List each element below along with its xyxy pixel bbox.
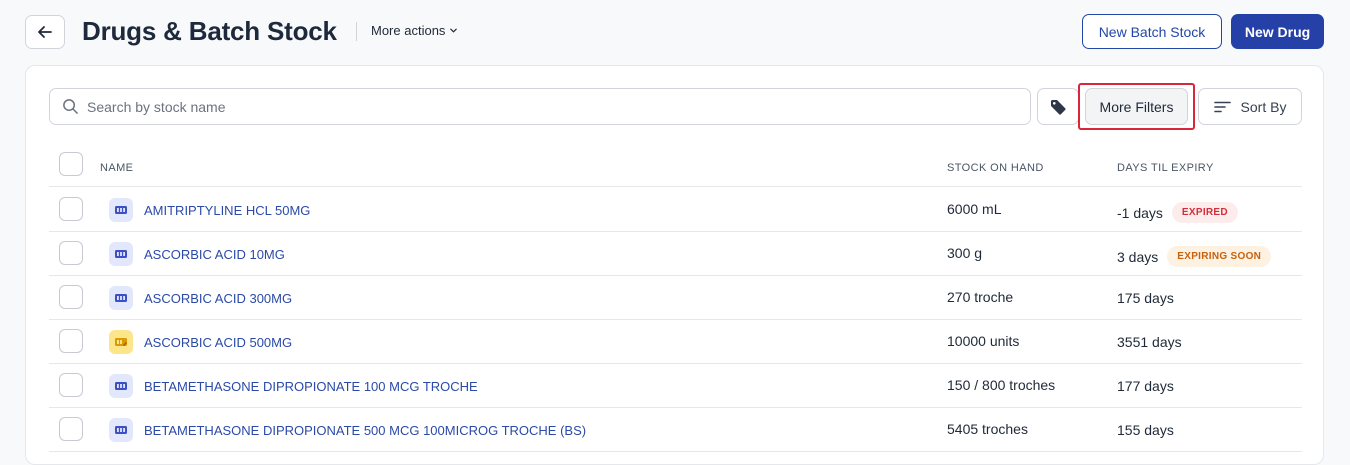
page-title: Drugs & Batch Stock	[82, 16, 337, 46]
expiry-value: 3551 days	[1117, 334, 1182, 350]
table-header: NAME STOCK ON HAND DAYS TIL EXPIRY	[49, 152, 1302, 187]
table-row[interactable]: BETAMETHASONE DIPROPIONATE 500 MCG 100MI…	[49, 408, 1302, 452]
search-input[interactable]: Search by stock name	[49, 88, 1031, 125]
column-header-stock[interactable]: STOCK ON HAND	[947, 162, 1044, 174]
expiry-value: 175 days	[1117, 290, 1174, 306]
row-checkbox[interactable]	[59, 285, 83, 309]
days-til-expiry: 175 days	[1117, 290, 1174, 306]
search-icon	[63, 99, 78, 114]
table-row[interactable]: ASCORBIC ACID 300MG 270 troche 175 days	[49, 276, 1302, 320]
status-badge: EXPIRED	[1171, 202, 1238, 223]
expiry-value: -1 days	[1117, 204, 1163, 221]
row-checkbox[interactable]	[59, 329, 83, 353]
arrow-left-icon	[38, 26, 52, 38]
table-row[interactable]: ASCORBIC ACID 10MG 300 g 3 days EXPIRING SO…	[49, 232, 1302, 276]
sort-lines-icon	[1213, 101, 1231, 112]
pill-box-icon	[109, 242, 133, 266]
stock-on-hand: 10000 units	[947, 333, 1020, 349]
chevron-down-icon	[450, 28, 458, 33]
drug-name-link[interactable]: BETAMETHASONE DIPROPIONATE 500 MCG 100MI…	[144, 423, 586, 438]
stock-on-hand: 300 g	[947, 245, 983, 261]
drug-name-link[interactable]: AMITRIPTYLINE HCL 50MG	[144, 203, 310, 218]
drug-name-link[interactable]: BETAMETHASONE DIPROPIONATE 100 MCG TROCH…	[144, 379, 478, 394]
new-batch-stock-button[interactable]: New Batch Stock	[1082, 14, 1222, 49]
drug-name-link[interactable]: ASCORBIC ACID 10MG	[144, 247, 285, 262]
expiry-value: 3 days	[1117, 248, 1159, 265]
expiry-value: 177 days	[1117, 378, 1174, 394]
more-actions-label: More actions	[371, 23, 446, 38]
days-til-expiry: -1 days EXPIRED	[1117, 202, 1238, 223]
stock-on-hand: 150 / 800 troches	[947, 377, 1056, 393]
page-header: Drugs & Batch Stock More actions New Bat…	[0, 0, 1350, 64]
days-til-expiry: 155 days	[1117, 422, 1174, 438]
stock-on-hand: 6000 mL	[947, 201, 1002, 217]
pill-box-icon	[109, 374, 133, 398]
stock-on-hand: 270 troche	[947, 289, 1014, 305]
back-button[interactable]	[25, 15, 65, 49]
row-checkbox[interactable]	[59, 197, 83, 221]
days-til-expiry: 3551 days	[1117, 334, 1182, 350]
drug-name-link[interactable]: ASCORBIC ACID 500MG	[144, 335, 292, 350]
pill-box-icon	[109, 330, 133, 354]
row-checkbox[interactable]	[59, 241, 83, 265]
pill-box-icon	[109, 418, 133, 442]
tag-filter-button[interactable]	[1037, 88, 1079, 125]
expiry-value: 155 days	[1117, 422, 1174, 438]
title-divider	[356, 22, 357, 41]
days-til-expiry: 3 days EXPIRING SOON	[1117, 246, 1272, 267]
new-drug-button[interactable]: New Drug	[1231, 14, 1324, 49]
search-placeholder: Search by stock name	[87, 98, 226, 115]
row-checkbox[interactable]	[59, 417, 83, 441]
pill-box-icon	[109, 198, 133, 222]
table-row[interactable]: AMITRIPTYLINE HCL 50MG 6000 mL -1 days EXPI…	[49, 188, 1302, 232]
tag-icon	[1051, 99, 1066, 115]
status-badge: EXPIRING SOON	[1167, 246, 1272, 267]
stock-list-card: Search by stock name More Filters Sort B…	[25, 65, 1324, 465]
row-checkbox[interactable]	[59, 373, 83, 397]
sort-by-label: Sort By	[1240, 98, 1287, 115]
pill-box-icon	[109, 286, 133, 310]
stock-on-hand: 5405 troches	[947, 421, 1028, 437]
column-header-expiry[interactable]: DAYS TIL EXPIRY	[1117, 162, 1214, 174]
column-header-name[interactable]: NAME	[100, 162, 133, 174]
drug-name-link[interactable]: ASCORBIC ACID 300MG	[144, 291, 292, 306]
table-row[interactable]: ASCORBIC ACID 500MG 10000 units 3551 days	[49, 320, 1302, 364]
more-filters-button[interactable]: More Filters	[1085, 88, 1188, 125]
more-actions-menu[interactable]: More actions	[371, 23, 458, 38]
days-til-expiry: 177 days	[1117, 378, 1174, 394]
sort-by-button[interactable]: Sort By	[1198, 88, 1302, 125]
select-all-checkbox[interactable]	[59, 152, 83, 176]
table-row[interactable]: BETAMETHASONE DIPROPIONATE 100 MCG TROCH…	[49, 364, 1302, 408]
